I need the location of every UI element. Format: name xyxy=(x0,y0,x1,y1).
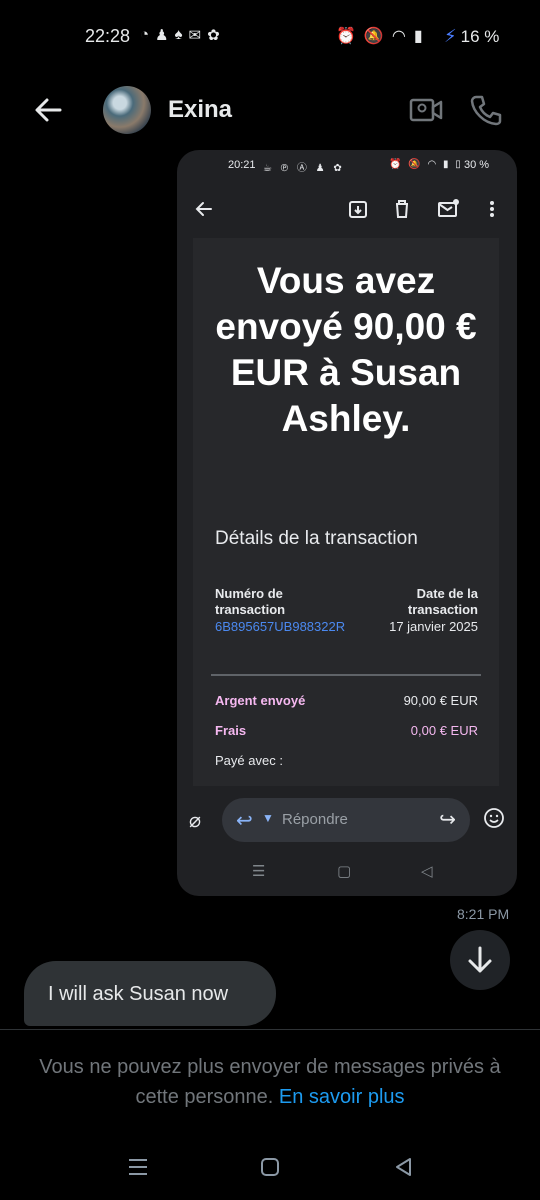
email-body: Vous avez envoyé 90,00 € EUR à Susan Ash… xyxy=(193,238,499,786)
status-time: 22:28 xyxy=(85,26,131,46)
system-back-button[interactable] xyxy=(392,1155,416,1179)
learn-more-link[interactable]: En savoir plus xyxy=(279,1086,405,1108)
mute-icon: 🔕 xyxy=(363,28,384,45)
screenshot-status-time: 20:21 xyxy=(228,159,256,171)
settings-icon: ✿ xyxy=(207,27,220,44)
mail-icon: ✉ xyxy=(188,27,202,44)
notice-text: Vous ne pouvez plus envoyer de messages … xyxy=(39,1056,501,1108)
video-call-button[interactable] xyxy=(408,94,444,126)
conversation-header: Exina xyxy=(0,80,540,140)
emoji-icon xyxy=(483,807,505,829)
status-right-icons: ⏰ 🔕 ◠ ▮ xyxy=(336,26,423,46)
home-button[interactable] xyxy=(258,1155,282,1179)
status-bar: 22:28 ◔ ♟ ♠ ✉ ✿ ⏰ 🔕 ◠ ▮ ⚡ 16 % xyxy=(0,0,540,72)
arrow-down-icon xyxy=(468,946,492,973)
scroll-to-bottom-button[interactable] xyxy=(450,930,510,990)
paid-with-label: Payé avec : xyxy=(215,753,283,768)
screenshot-back-icon xyxy=(191,196,217,222)
divider xyxy=(211,674,481,676)
reply-icon: ↩ xyxy=(236,810,253,832)
transaction-number-link: 6B895657UB988322R xyxy=(215,619,346,634)
back-arrow-icon xyxy=(35,98,62,122)
screenshot-reply-field: ↩ ▼ Répondre ↪ xyxy=(222,798,470,842)
back-triangle-icon xyxy=(396,1158,411,1176)
fees-label: Frais xyxy=(215,723,247,738)
transaction-date-label: Date de la transaction xyxy=(407,586,478,617)
shared-screenshot[interactable]: 20:21 ☕ ℗ Ⓐ ♟ ✿ ⏰ 🔕 ◠ ▮ ▯ 30 % Vous avez… xyxy=(177,150,517,896)
transaction-date-value: 17 janvier 2025 xyxy=(389,619,478,634)
trash-icon xyxy=(389,196,415,222)
screenshot-status-icons: ☕ ℗ Ⓐ ♟ ✿ xyxy=(263,163,345,174)
voice-call-button[interactable] xyxy=(468,92,504,128)
phone-icon xyxy=(470,95,502,126)
recents-icon xyxy=(129,1159,147,1175)
charging-icon: ⚡ xyxy=(444,26,457,46)
screenshot-reply-bar: ⌀ ↩ ▼ Répondre ↪ xyxy=(177,788,517,850)
system-nav-bar xyxy=(0,1145,540,1190)
screenshot-status-right-icons: ⏰ 🔕 ◠ ▮ ▯ xyxy=(389,159,463,170)
dm-restricted-notice: Vous ne pouvez plus envoyer de messages … xyxy=(20,1052,520,1112)
avatar[interactable] xyxy=(103,86,151,134)
forward-icon: ↪ xyxy=(439,809,456,831)
screenshot-nav-bar: ☰ ▢ ◁ xyxy=(177,856,517,886)
chevron-down-icon: ▼ xyxy=(262,811,274,825)
wifi-icon: ◠ xyxy=(391,28,406,45)
whatsapp-icon: ◔ xyxy=(140,26,150,43)
screenshot-home-icon: ▢ xyxy=(337,863,352,880)
screenshot-battery: 30 % xyxy=(464,159,490,171)
notification-icon: ♟ xyxy=(155,27,169,44)
alarm-icon: ⏰ xyxy=(336,28,356,45)
attachment-icon: ⌀ xyxy=(189,810,202,832)
video-icon xyxy=(409,98,443,122)
amount-sent-label: Argent envoyé xyxy=(215,693,306,708)
archive-icon xyxy=(345,196,371,222)
message-timestamp: 8:21 PM xyxy=(457,906,510,922)
screenshot-mail-toolbar xyxy=(177,188,517,230)
mark-unread-icon xyxy=(435,196,461,222)
screenshot-status-bar: 20:21 ☕ ℗ Ⓐ ♟ ✿ ⏰ 🔕 ◠ ▮ ▯ 30 % xyxy=(177,150,517,180)
amount-sent-value: 90,00 € EUR xyxy=(403,693,478,708)
status-left-icons: ◔ ♟ ♠ ✉ ✿ xyxy=(140,26,220,44)
recents-button[interactable] xyxy=(126,1155,150,1179)
reply-placeholder: Répondre xyxy=(282,811,348,828)
back-button[interactable] xyxy=(30,92,70,128)
payment-headline: Vous avez envoyé 90,00 € EUR à Susan Ash… xyxy=(215,260,477,439)
signal-icon: ▮ xyxy=(413,28,423,45)
battery-level: 16 % xyxy=(460,26,500,46)
incoming-message-bubble[interactable]: I will ask Susan now xyxy=(24,961,276,1026)
transaction-details-title: Détails de la transaction xyxy=(215,528,418,549)
home-icon xyxy=(261,1158,279,1176)
transaction-number-label: Numéro de transaction xyxy=(215,586,286,617)
fees-value: 0,00 € EUR xyxy=(410,723,478,738)
message-text: I will ask Susan now xyxy=(48,983,229,1005)
contact-name[interactable]: Exina xyxy=(168,96,232,124)
screenshot-back-nav-icon: ◁ xyxy=(421,863,433,880)
notification-icon: ♠ xyxy=(174,26,183,43)
more-options-icon xyxy=(479,196,505,222)
divider xyxy=(0,1029,540,1030)
screenshot-recents-icon: ☰ xyxy=(252,863,266,880)
battery-indicator: ⚡ 16 % xyxy=(444,26,499,47)
